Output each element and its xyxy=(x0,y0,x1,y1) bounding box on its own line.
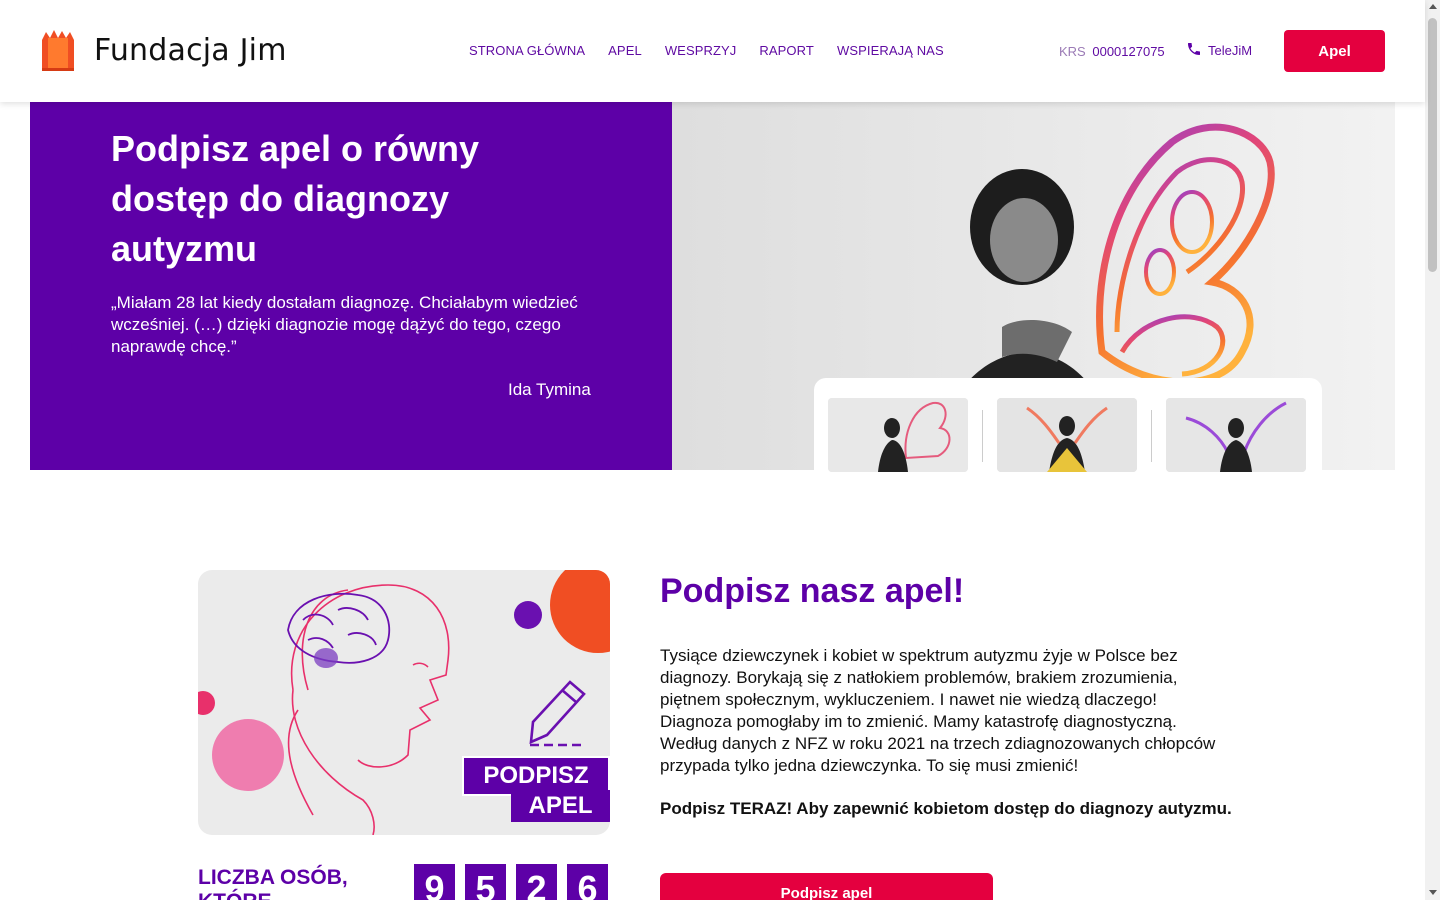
counter-digit: 6 xyxy=(567,864,608,900)
nav-item-raport[interactable]: RAPORT xyxy=(759,43,814,58)
hero-title: Podpisz apel o równy dostęp do diagnozy … xyxy=(111,128,480,269)
scroll-up-arrow-icon[interactable] xyxy=(1429,4,1437,9)
nav-item-apel[interactable]: APEL xyxy=(608,43,642,58)
nav-item-strona-glowna[interactable]: STRONA GŁÓWNA xyxy=(469,43,585,58)
site-header: Fundacja Jim STRONA GŁÓWNA APEL WESPRZYJ… xyxy=(0,0,1425,102)
page-scrollbar[interactable] xyxy=(1425,0,1440,900)
scroll-down-arrow-icon[interactable] xyxy=(1429,890,1437,895)
counter-digit: 5 xyxy=(465,864,506,900)
scrollbar-thumb[interactable] xyxy=(1428,18,1437,272)
logo-text: Fundacja Jim xyxy=(94,32,287,68)
signature-counter-label: Liczba osób, które podpisały apel: xyxy=(198,866,348,900)
hero-text-panel: Podpisz apel o równy dostęp do diagnozy … xyxy=(30,102,672,470)
petition-body: Tysiące dziewczynek i kobiet w spektrum … xyxy=(660,646,1216,775)
hero-thumbnail-3[interactable] xyxy=(1166,398,1306,472)
petition-title: Podpisz nasz apel! xyxy=(660,572,965,610)
podpisz-apel-badge: PODPISZ APEL xyxy=(462,756,610,822)
apel-button[interactable]: Apel xyxy=(1284,30,1385,72)
badge-line-2: APEL xyxy=(511,790,610,822)
telejim-link[interactable]: TeleJiM xyxy=(1186,41,1252,60)
petition-cta-text: Podpisz TERAZ! Aby zapewnić kobietom dos… xyxy=(660,799,1232,818)
thumbnail-divider xyxy=(1151,410,1152,462)
sign-petition-button[interactable]: Podpisz apel xyxy=(660,873,993,900)
hero-banner: Podpisz apel o równy dostęp do diagnozy … xyxy=(30,102,1395,472)
counter-digit: 2 xyxy=(516,864,557,900)
hero-quote-author: Ida Tymina xyxy=(508,380,591,399)
hero-quote: „Miałam 28 lat kiedy dostałam diagnozę. … xyxy=(111,293,578,356)
thumbnail-divider xyxy=(982,410,983,462)
nav-item-wspieraja-nas[interactable]: WSPIERAJĄ NAS xyxy=(837,43,944,58)
fundacja-jim-logo-icon xyxy=(38,28,78,72)
hero-thumbnail-2[interactable] xyxy=(997,398,1137,472)
counter-digit: 9 xyxy=(414,864,455,900)
krs-number: 0000127075 xyxy=(1092,44,1165,59)
petition-illustration: PODPISZ APEL xyxy=(198,570,610,835)
phone-icon xyxy=(1186,41,1202,60)
logo[interactable]: Fundacja Jim xyxy=(38,28,287,72)
pencil-icon xyxy=(529,680,586,747)
krs-info: KRS 0000127075 xyxy=(1059,44,1165,59)
telejim-label: TeleJiM xyxy=(1208,43,1253,58)
hero-thumbnail-1[interactable] xyxy=(828,398,968,472)
nav-item-wesprzyj[interactable]: WESPRZYJ xyxy=(665,43,737,58)
signature-counter: 9 5 2 6 xyxy=(414,864,608,900)
krs-label: KRS xyxy=(1059,44,1086,59)
main-nav: STRONA GŁÓWNA APEL WESPRZYJ RAPORT WSPIE… xyxy=(469,43,944,58)
hero-thumbnail-strip xyxy=(814,378,1322,472)
